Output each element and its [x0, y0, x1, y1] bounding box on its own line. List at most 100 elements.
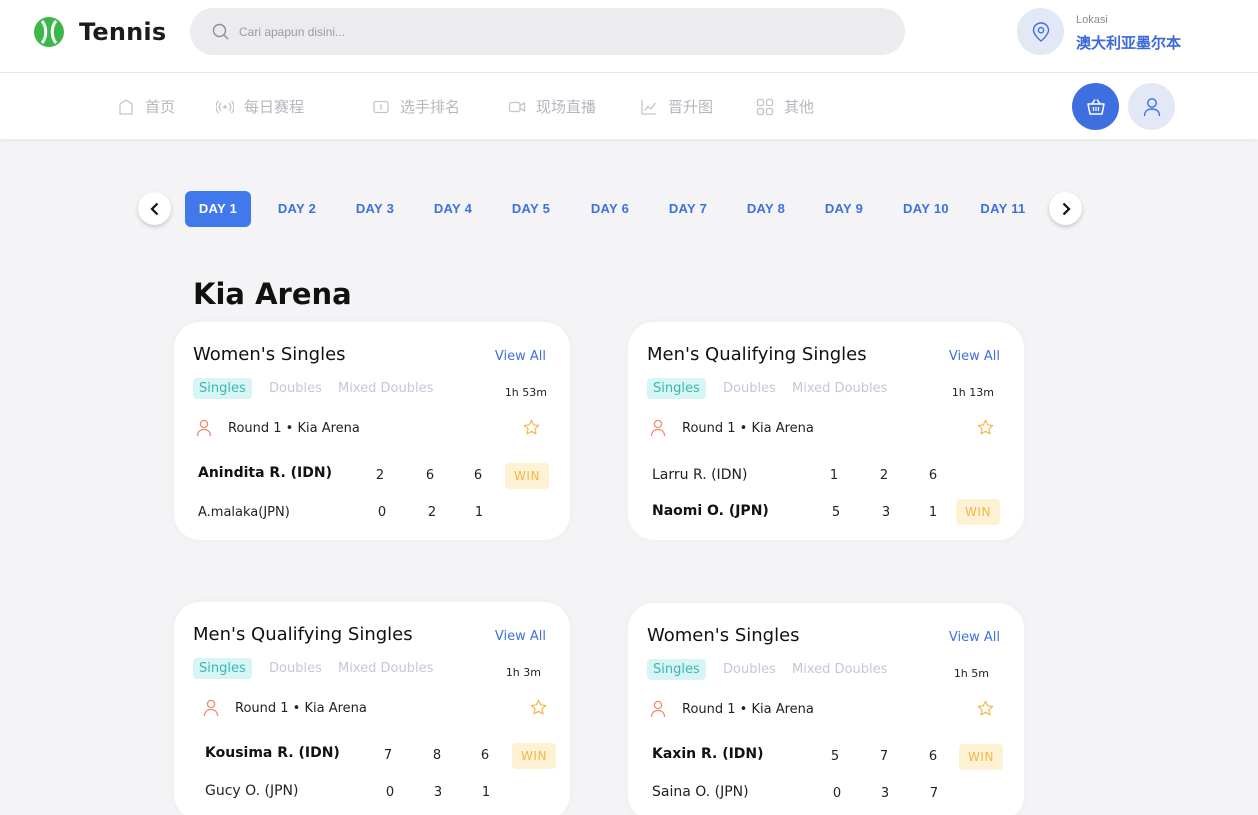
grid-icon: [756, 98, 774, 115]
user-icon: [1143, 97, 1160, 116]
set-score: 8: [432, 748, 442, 763]
day-tab[interactable]: DAY 9: [813, 191, 875, 227]
view-all-link[interactable]: View All: [495, 629, 546, 644]
round-info: Round 1 • Kia Arena: [682, 421, 814, 436]
favorite-star-icon[interactable]: [977, 419, 994, 436]
days-prev-button[interactable]: [138, 192, 171, 225]
nav-item-label: 选手排名: [400, 98, 461, 116]
location-caption: Lokasi: [1076, 14, 1108, 26]
player-name: Larru R. (IDN): [652, 467, 748, 483]
match-card: Women's Singles View All Singles Doubles…: [174, 322, 570, 540]
days-next-button[interactable]: [1049, 192, 1082, 225]
nav-item-label: 其他: [784, 98, 815, 116]
set-score: 0: [832, 786, 842, 801]
nav-item-rankings[interactable]: 选手排名: [372, 96, 460, 117]
nav-item-bracket[interactable]: 晋升图: [640, 96, 713, 117]
day-tab[interactable]: DAY 2: [266, 191, 328, 227]
round-info: Round 1 • Kia Arena: [682, 702, 814, 717]
filter-doubles[interactable]: Doubles: [723, 381, 776, 396]
brand-logo[interactable]: Tennis: [33, 16, 166, 48]
filter-mixed-doubles[interactable]: Mixed Doubles: [338, 381, 433, 396]
set-score: 5: [830, 749, 840, 764]
set-score: 3: [881, 505, 891, 520]
match-category-title: Women's Singles: [647, 625, 800, 646]
day-tab[interactable]: DAY 8: [735, 191, 797, 227]
filter-mixed-doubles[interactable]: Mixed Doubles: [792, 662, 887, 677]
top-bar: Tennis Lokasi 澳大利亚墨尔本: [0, 0, 1258, 73]
favorite-star-icon[interactable]: [523, 419, 540, 436]
match-card: Men's Qualifying Singles View All Single…: [628, 322, 1024, 540]
set-score: 0: [377, 505, 387, 520]
view-all-link[interactable]: View All: [949, 349, 1000, 364]
location-value[interactable]: 澳大利亚墨尔本: [1076, 32, 1181, 53]
set-score: 7: [879, 749, 889, 764]
match-category-title: Men's Qualifying Singles: [193, 624, 413, 645]
round-info: Round 1 • Kia Arena: [228, 421, 360, 436]
location-button[interactable]: [1017, 8, 1064, 55]
filter-singles[interactable]: Singles: [647, 659, 706, 680]
day-tab[interactable]: DAY 11: [972, 191, 1034, 227]
day-tab[interactable]: DAY 4: [422, 191, 484, 227]
filter-singles[interactable]: Singles: [647, 378, 706, 399]
chart-icon: [641, 99, 657, 115]
nav-item-more[interactable]: 其他: [756, 96, 814, 117]
set-score: 1: [928, 505, 938, 520]
cart-button[interactable]: [1072, 83, 1119, 130]
player-icon: [650, 419, 666, 437]
set-score: 6: [425, 468, 435, 483]
view-all-link[interactable]: View All: [495, 349, 546, 364]
match-category-title: Women's Singles: [193, 344, 346, 365]
favorite-star-icon[interactable]: [530, 699, 547, 716]
search-input[interactable]: [239, 24, 839, 39]
player-name: A.malaka(JPN): [198, 505, 290, 520]
nav-item-label: 晋升图: [668, 98, 714, 116]
nav-item-label: 首页: [145, 98, 176, 116]
set-score: 1: [474, 505, 484, 520]
day-tab[interactable]: DAY 3: [344, 191, 406, 227]
set-score: 2: [375, 468, 385, 483]
filter-singles[interactable]: Singles: [193, 658, 252, 679]
filter-doubles[interactable]: Doubles: [723, 662, 776, 677]
day-tab[interactable]: DAY 5: [500, 191, 562, 227]
filter-singles[interactable]: Singles: [193, 378, 252, 399]
chevron-right-icon: [1062, 202, 1071, 215]
nav-item-schedule[interactable]: 每日赛程: [216, 96, 304, 117]
set-score: 7: [383, 748, 393, 763]
set-score: 6: [928, 749, 938, 764]
nav-bar: 首页 每日赛程 选手排名 现场直播 晋升图 其他: [0, 73, 1258, 139]
match-card: Men's Qualifying Singles View All Single…: [174, 602, 570, 815]
player-name: Gucy O. (JPN): [205, 783, 299, 799]
filter-mixed-doubles[interactable]: Mixed Doubles: [338, 661, 433, 676]
set-score: 2: [427, 505, 437, 520]
favorite-star-icon[interactable]: [977, 700, 994, 717]
profile-button[interactable]: [1128, 83, 1175, 130]
day-tab[interactable]: DAY 1: [185, 191, 251, 227]
search-bar[interactable]: [190, 8, 905, 55]
nav-item-label: 现场直播: [536, 98, 597, 116]
set-score: 2: [879, 468, 889, 483]
match-duration: 1h 13m: [951, 386, 994, 399]
filter-mixed-doubles[interactable]: Mixed Doubles: [792, 381, 887, 396]
chevron-left-icon: [149, 202, 158, 215]
filter-doubles[interactable]: Doubles: [269, 661, 322, 676]
nav-item-home[interactable]: 首页: [117, 96, 175, 117]
day-tab[interactable]: DAY 6: [579, 191, 641, 227]
nav-item-live[interactable]: 现场直播: [508, 96, 596, 117]
home-icon: [119, 98, 133, 115]
view-all-link[interactable]: View All: [949, 630, 1000, 645]
match-duration: 1h 53m: [504, 386, 547, 399]
day-tab[interactable]: DAY 7: [657, 191, 719, 227]
player-name: Kaxin R. (IDN): [652, 746, 764, 762]
win-badge: WIN: [512, 743, 556, 769]
match-card: Women's Singles View All Singles Doubles…: [628, 603, 1024, 815]
filter-doubles[interactable]: Doubles: [269, 381, 322, 396]
set-score: 3: [433, 785, 443, 800]
day-tab[interactable]: DAY 10: [894, 191, 958, 227]
set-score: 1: [829, 468, 839, 483]
search-icon: [212, 23, 229, 40]
set-score: 6: [473, 468, 483, 483]
player-name: Kousima R. (IDN): [205, 745, 340, 761]
broadcast-icon: [216, 100, 234, 113]
location-pin-icon: [1032, 21, 1049, 42]
player-icon: [203, 699, 219, 717]
